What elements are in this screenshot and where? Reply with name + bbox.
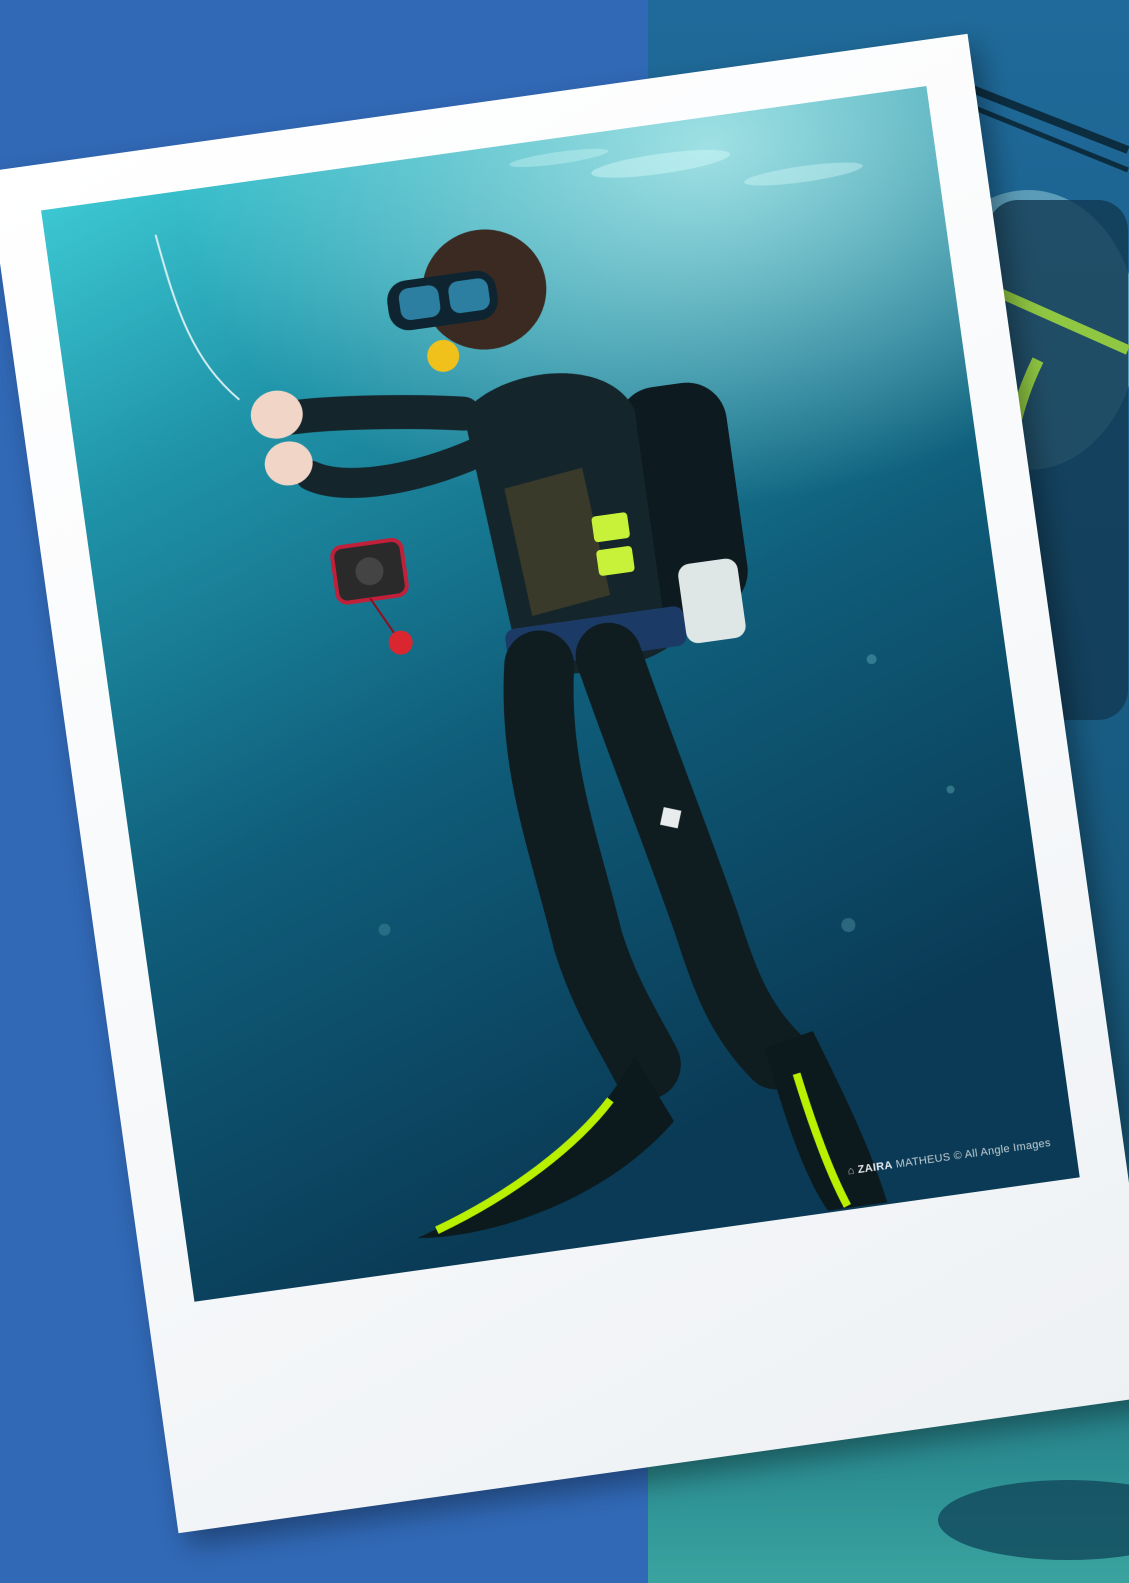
stage: ⌂ ZAIRA MATHEUS © All Angle Images xyxy=(0,0,1129,1583)
polaroid-card: ⌂ ZAIRA MATHEUS © All Angle Images xyxy=(0,33,1129,1534)
diver-photo: ⌂ ZAIRA MATHEUS © All Angle Images xyxy=(41,86,1080,1302)
diver-illustration xyxy=(41,86,1080,1302)
